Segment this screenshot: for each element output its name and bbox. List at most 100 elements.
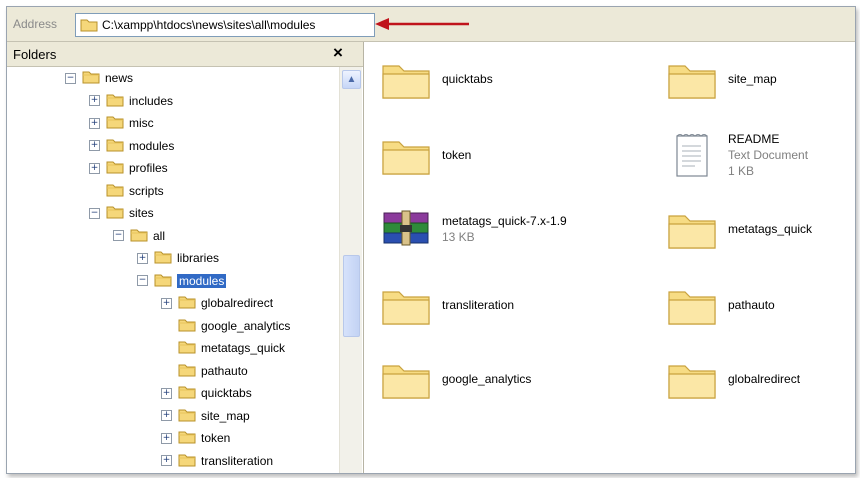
file-item[interactable]: metatags_quick-7.x-1.9 13 KB (378, 204, 567, 254)
tree-item[interactable]: − modules (137, 270, 227, 292)
address-field[interactable]: C:\xampp\htdocs\news\sites\all\modules (75, 13, 375, 37)
tree-item-label[interactable]: site_map (201, 409, 250, 423)
file-info: google_analytics (442, 371, 531, 387)
text-document-icon (664, 130, 720, 180)
file-name[interactable]: README (728, 131, 808, 147)
tree-item[interactable]: + includes (89, 90, 173, 112)
file-item[interactable]: transliteration (378, 280, 514, 330)
file-info: globalredirect (728, 371, 800, 387)
tree-item-label[interactable]: quicktabs (201, 386, 252, 400)
tree-item-label[interactable]: modules (177, 273, 227, 288)
tree-item-label[interactable]: modules (129, 139, 174, 153)
file-item[interactable]: quicktabs (378, 54, 493, 104)
tree-item[interactable]: + token (161, 427, 230, 449)
file-name[interactable]: metatags_quick (728, 221, 812, 237)
tree-item[interactable]: + quicktabs (161, 382, 252, 404)
expand-icon[interactable]: + (161, 297, 172, 309)
file-name[interactable]: google_analytics (442, 371, 531, 387)
folder-icon (664, 354, 720, 404)
tree-item[interactable]: scripts (89, 180, 164, 202)
tree-item-label[interactable]: libraries (177, 251, 219, 265)
file-item[interactable]: google_analytics (378, 354, 531, 404)
scroll-thumb[interactable] (343, 255, 360, 337)
file-info: metatags_quick (728, 221, 812, 237)
tree-item-label[interactable]: all (153, 229, 165, 243)
file-item[interactable]: README Text Document 1 KB (664, 130, 808, 180)
file-name[interactable]: globalredirect (728, 371, 800, 387)
file-name[interactable]: token (442, 147, 471, 163)
expand-icon[interactable]: + (89, 140, 100, 151)
folder-icon (178, 429, 196, 447)
expand-icon[interactable]: + (161, 387, 172, 399)
collapse-icon[interactable]: − (89, 207, 100, 219)
tree-item[interactable]: + modules (89, 135, 174, 157)
file-list: quicktabs site_maptoken README Text Documen… (364, 42, 855, 473)
folder-icon (178, 294, 196, 312)
tree-item-label[interactable]: google_analytics (201, 319, 290, 333)
folder-tree: − news + includes + misc + modules + profiles scri… (7, 67, 337, 473)
tree-item-label[interactable]: includes (129, 94, 173, 108)
tree-item[interactable]: + libraries (137, 247, 219, 269)
tree-item[interactable]: + globalredirect (161, 292, 273, 314)
tree-item[interactable]: + transliteration (161, 450, 273, 472)
tree-item-label[interactable]: sites (129, 206, 154, 220)
collapse-icon[interactable]: − (65, 72, 76, 84)
folder-icon (82, 69, 100, 87)
expand-icon[interactable]: + (161, 410, 172, 421)
tree-item[interactable]: metatags_quick (161, 337, 285, 359)
collapse-icon[interactable]: − (137, 275, 148, 286)
red-arrow-icon (375, 18, 469, 30)
tree-item[interactable]: − sites (89, 202, 154, 224)
address-label: Address (13, 17, 58, 31)
explorer-window: Address C:\xampp\htdocs\news\sites\all\m… (6, 6, 856, 474)
expand-icon[interactable]: + (161, 455, 172, 466)
folder-icon (178, 317, 196, 335)
file-item[interactable]: pathauto (664, 280, 775, 330)
tree-item-label[interactable]: pathauto (201, 364, 248, 378)
file-item[interactable]: site_map (664, 54, 777, 104)
file-name[interactable]: site_map (728, 71, 777, 87)
file-info: pathauto (728, 297, 775, 313)
file-name[interactable]: metatags_quick-7.x-1.9 (442, 213, 567, 229)
file-item[interactable]: globalredirect (664, 354, 800, 404)
folder-icon (378, 280, 434, 330)
tree-item[interactable]: + site_map (161, 405, 250, 427)
file-info: README Text Document 1 KB (728, 131, 808, 179)
folder-icon (664, 280, 720, 330)
folders-title: Folders (13, 47, 57, 62)
tree-item-label[interactable]: transliteration (201, 454, 273, 468)
tree-item[interactable]: − news (65, 67, 133, 89)
collapse-icon[interactable]: − (113, 230, 124, 241)
folder-icon (178, 384, 196, 402)
expand-icon[interactable]: + (89, 162, 100, 174)
scroll-up-icon[interactable]: ▲ (342, 70, 361, 89)
tree-item-label[interactable]: profiles (129, 161, 168, 175)
file-name[interactable]: transliteration (442, 297, 514, 313)
folder-icon (378, 130, 434, 180)
file-name[interactable]: pathauto (728, 297, 775, 313)
vertical-scrollbar[interactable]: ▲ (339, 67, 362, 473)
folder-icon (106, 137, 124, 155)
close-icon[interactable]: × (333, 43, 343, 63)
expand-icon[interactable]: + (89, 117, 100, 129)
tree-item-label[interactable]: scripts (129, 184, 164, 198)
tree-item[interactable]: + profiles (89, 157, 168, 179)
file-size: 13 KB (442, 230, 475, 244)
tree-item-label[interactable]: token (201, 431, 230, 445)
expand-icon[interactable]: + (137, 252, 148, 264)
tree-item-label[interactable]: misc (129, 116, 154, 130)
tree-item-label[interactable]: metatags_quick (201, 341, 285, 355)
file-item[interactable]: token (378, 130, 471, 180)
expand-icon[interactable]: + (161, 432, 172, 444)
tree-item[interactable]: pathauto (161, 360, 248, 382)
file-item[interactable]: metatags_quick (664, 204, 812, 254)
tree-item-label[interactable]: globalredirect (201, 296, 273, 310)
file-name[interactable]: quicktabs (442, 71, 493, 87)
tree-item-label[interactable]: news (105, 71, 133, 85)
tree-item[interactable]: google_analytics (161, 315, 290, 337)
tree-item[interactable]: + misc (89, 112, 154, 134)
folder-icon (130, 227, 148, 245)
expand-icon[interactable]: + (89, 95, 100, 106)
tree-item[interactable]: − all (113, 225, 165, 247)
address-path[interactable]: C:\xampp\htdocs\news\sites\all\modules (102, 18, 315, 32)
